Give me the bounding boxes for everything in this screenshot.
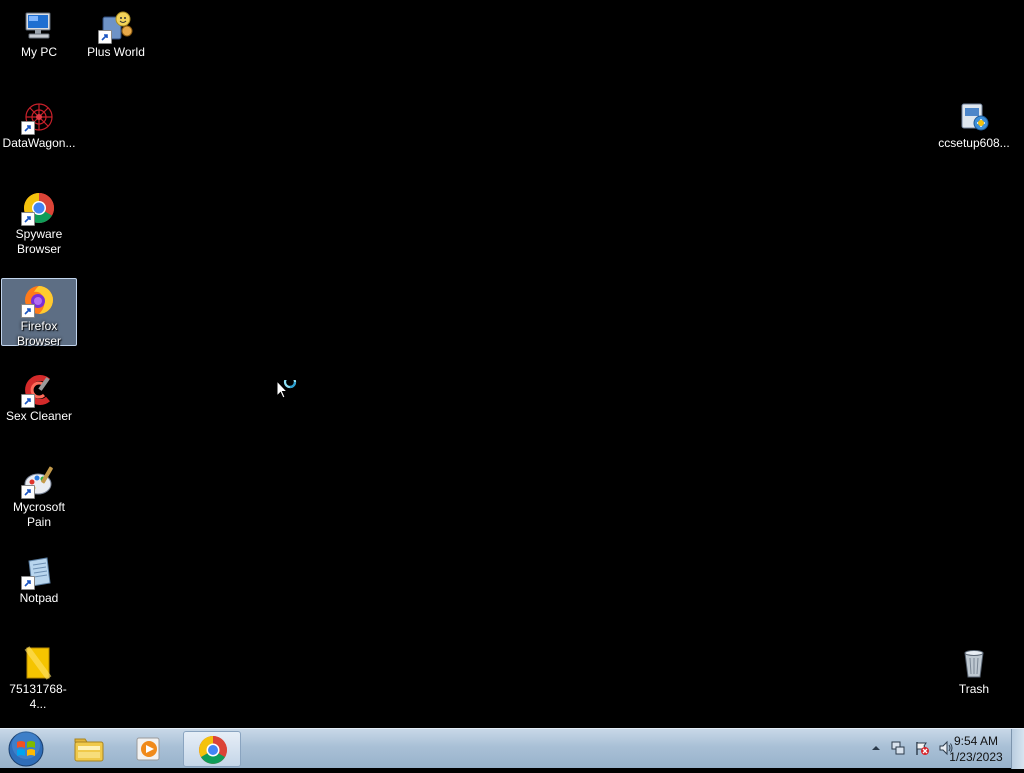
desktop-icon-label: Mycrosoft Pain — [12, 500, 65, 529]
chrome-icon — [21, 191, 56, 226]
desktop-icon-datawagon[interactable]: DataWagon... — [1, 95, 77, 152]
media-player-icon — [136, 737, 160, 761]
ccleaner-icon — [21, 373, 56, 408]
desktop-icon-trash[interactable]: Trash — [936, 641, 1012, 698]
computer-icon — [22, 9, 56, 43]
shortcut-arrow-icon — [21, 212, 35, 226]
shortcut-arrow-icon — [21, 576, 35, 590]
action-center-flag-icon[interactable] — [914, 740, 930, 756]
installer-icon — [957, 100, 991, 134]
folder-icon — [74, 738, 104, 762]
desktop-icon-label: My PC — [21, 45, 57, 59]
taskbar-file-explorer-button[interactable] — [60, 731, 118, 767]
desktop-icon-label: ccsetup608... — [938, 136, 1010, 150]
desktop-icon-notpad[interactable]: Notpad — [1, 550, 77, 607]
shortcut-arrow-icon — [21, 485, 35, 499]
desktop-icon-my-pc[interactable]: My PC — [1, 4, 77, 61]
desktop-icon-mycrosoft-pain[interactable]: Mycrosoft Pain — [1, 459, 77, 531]
system-tray: 9:54 AM 1/23/2023 — [824, 729, 1024, 769]
desktop-icon-label: 75131768-4... — [9, 682, 67, 711]
taskbar-media-player-button[interactable] — [120, 731, 178, 767]
desktop-icon-label: Trash — [958, 682, 990, 696]
desktop-icon-label: Spyware Browser — [15, 227, 63, 256]
desktop-icon-spyware-browser[interactable]: Spyware Browser — [1, 186, 77, 258]
network-icon[interactable] — [890, 740, 906, 756]
datawagon-icon — [21, 100, 56, 135]
game-icon — [98, 9, 133, 44]
desktop[interactable]: My PC Plus World DataWagon... Spyware Br… — [0, 0, 1024, 728]
notepad-icon — [21, 555, 56, 590]
desktop-icon-sex-cleaner[interactable]: Sex Cleaner — [1, 368, 77, 425]
shortcut-arrow-icon — [21, 304, 35, 318]
taskbar-chrome-button[interactable] — [183, 731, 241, 767]
busy-cursor-icon — [276, 375, 300, 407]
recycle-bin-icon — [957, 646, 991, 680]
paint-icon — [21, 464, 56, 499]
firefox-icon — [21, 283, 56, 318]
show-hidden-icons-arrow[interactable] — [868, 740, 884, 756]
clock[interactable]: 9:54 AM 1/23/2023 — [946, 733, 1006, 765]
taskbar: 9:54 AM 1/23/2023 — [0, 728, 1024, 769]
shortcut-arrow-icon — [21, 121, 35, 135]
desktop-icon-label: Notpad — [19, 591, 59, 605]
desktop-icon-plus-world[interactable]: Plus World — [78, 4, 154, 61]
desktop-icon-image-file[interactable]: 75131768-4... — [0, 641, 76, 713]
desktop-icon-label: Firefox Browser — [16, 319, 61, 348]
desktop-icon-label: Plus World — [87, 45, 145, 59]
desktop-icon-label: DataWagon... — [2, 136, 76, 150]
show-desktop-button[interactable] — [1011, 729, 1024, 769]
shortcut-arrow-icon — [21, 394, 35, 408]
desktop-icon-firefox-browser[interactable]: Firefox Browser — [1, 278, 77, 348]
windows-start-icon — [8, 731, 44, 767]
clock-time: 9:54 AM — [953, 734, 999, 748]
image-file-icon — [21, 646, 55, 680]
clock-date: 1/23/2023 — [949, 750, 1003, 764]
chrome-icon — [199, 736, 227, 764]
start-button[interactable] — [4, 730, 48, 768]
desktop-icon-ccsetup[interactable]: ccsetup608... — [936, 95, 1012, 152]
shortcut-arrow-icon — [98, 30, 112, 44]
desktop-icon-label: Sex Cleaner — [5, 409, 73, 423]
